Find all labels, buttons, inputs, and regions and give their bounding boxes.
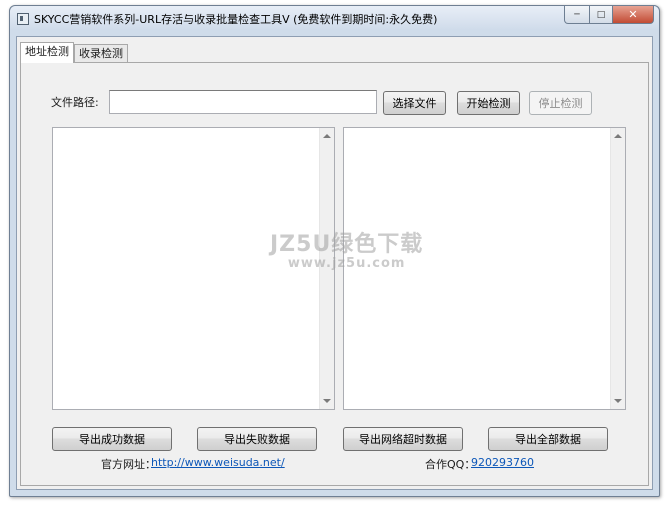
stop-check-button[interactable]: 停止检测 (529, 91, 592, 115)
close-button[interactable]: ✕ (613, 6, 654, 24)
export-timeout-button[interactable]: 导出网络超时数据 (343, 427, 463, 451)
app-window: SKYCC营销软件系列-URL存活与收录批量检查工具V (免费软件到期时间:永久… (9, 5, 660, 497)
minimize-button[interactable]: ─ (564, 6, 590, 24)
tab-address-check[interactable]: 地址检测 (20, 42, 74, 63)
export-all-button[interactable]: 导出全部数据 (488, 427, 608, 451)
official-site-link[interactable]: http://www.weisuda.net/ (151, 456, 285, 469)
minimize-icon: ─ (574, 9, 580, 20)
maximize-icon: □ (596, 9, 606, 20)
tab-strip: 地址检测 收录检测 (20, 42, 128, 63)
result-list-left[interactable] (52, 127, 335, 410)
qq-label: 合作QQ： (425, 458, 476, 471)
window-controls: ─ □ ✕ (564, 6, 654, 24)
scroll-up-icon[interactable] (323, 134, 331, 138)
export-success-button[interactable]: 导出成功数据 (52, 427, 172, 451)
maximize-button[interactable]: □ (590, 6, 613, 24)
right-scrollbar[interactable] (610, 128, 625, 409)
export-failed-button[interactable]: 导出失败数据 (197, 427, 317, 451)
official-site-label: 官方网址： (101, 458, 156, 471)
scroll-up-icon[interactable] (614, 134, 622, 138)
file-path-label: 文件路径: (51, 96, 99, 109)
result-list-right[interactable] (343, 127, 626, 410)
left-scrollbar[interactable] (319, 128, 334, 409)
qq-link[interactable]: 920293760 (471, 456, 534, 469)
client-area: 地址检测 收录检测 文件路径: 选择文件 开始检测 停止检测 导出成功数据 导出… (16, 36, 653, 490)
start-check-button[interactable]: 开始检测 (457, 91, 520, 115)
file-path-input[interactable] (109, 90, 377, 114)
window-title: SKYCC营销软件系列-URL存活与收录批量检查工具V (免费软件到期时间:永久… (34, 13, 438, 26)
close-icon: ✕ (628, 8, 638, 21)
scroll-down-icon[interactable] (614, 399, 622, 403)
app-icon (17, 13, 29, 25)
scroll-down-icon[interactable] (323, 399, 331, 403)
choose-file-button[interactable]: 选择文件 (383, 91, 446, 115)
tab-panel: 文件路径: 选择文件 开始检测 停止检测 导出成功数据 导出失败数据 导出网络超… (20, 62, 649, 486)
tab-index-check[interactable]: 收录检测 (74, 44, 128, 63)
title-bar[interactable]: SKYCC营销软件系列-URL存活与收录批量检查工具V (免费软件到期时间:永久… (10, 6, 659, 30)
